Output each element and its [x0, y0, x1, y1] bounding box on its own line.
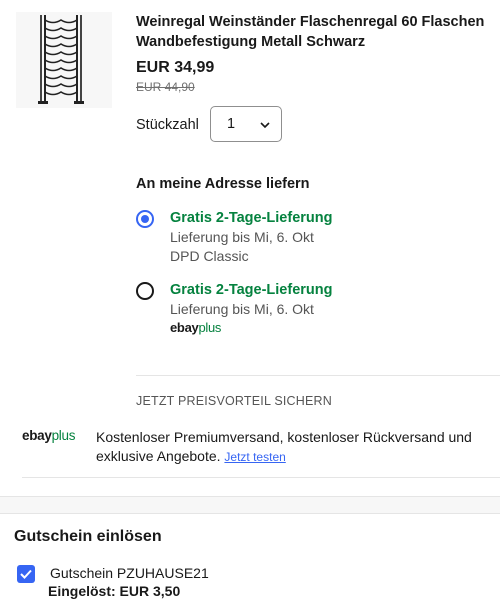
ebay-plus-logo: ebayplus [22, 428, 75, 443]
delivery-option-1-radio[interactable] [136, 210, 154, 228]
product-title[interactable]: Weinregal Weinständer Flaschenregal 60 F… [136, 12, 491, 52]
divider [136, 375, 500, 376]
ebay-plus-logo: ebayplus [170, 320, 221, 335]
delivery-option-2-title: Gratis 2-Tage-Lieferung [170, 282, 333, 298]
promo-description: Kostenloser Premiumversand, kostenloser … [96, 428, 491, 467]
promo-heading: JETZT PREISVORTEIL SICHERN [136, 394, 332, 408]
ebay-wordmark: ebay [22, 428, 52, 443]
chevron-down-icon [260, 122, 270, 129]
ebay-wordmark: ebay [170, 320, 199, 335]
delivery-option-2-date: Lieferung bis Mi, 6. Okt [170, 301, 314, 317]
divider [22, 477, 500, 478]
quantity-label: Stückzahl [136, 117, 199, 133]
try-now-link[interactable]: Jetzt testen [224, 450, 285, 464]
quantity-value: 1 [227, 116, 236, 132]
delivery-option-1-title: Gratis 2-Tage-Lieferung [170, 210, 333, 226]
quantity-select[interactable]: 1 [210, 106, 282, 142]
checkmark-icon [20, 569, 32, 579]
product-old-price: EUR 44,90 [136, 80, 195, 94]
section-separator [0, 496, 500, 514]
delivery-option-2-radio[interactable] [136, 282, 154, 300]
coupon-checkbox[interactable] [17, 565, 35, 583]
coupon-redeemed-amount: Eingelöst: EUR 3,50 [48, 583, 181, 599]
delivery-option-1-carrier: DPD Classic [170, 248, 249, 264]
plus-wordmark: plus [198, 320, 222, 335]
product-price: EUR 34,99 [136, 59, 215, 76]
plus-wordmark: plus [51, 428, 76, 443]
product-image[interactable] [16, 12, 112, 108]
delivery-heading: An meine Adresse liefern [136, 176, 310, 192]
wine-rack-image [38, 15, 84, 104]
delivery-option-1-date: Lieferung bis Mi, 6. Okt [170, 229, 314, 245]
coupon-heading: Gutschein einlösen [14, 528, 162, 545]
coupon-code: Gutschein PZUHAUSE21 [50, 565, 209, 581]
